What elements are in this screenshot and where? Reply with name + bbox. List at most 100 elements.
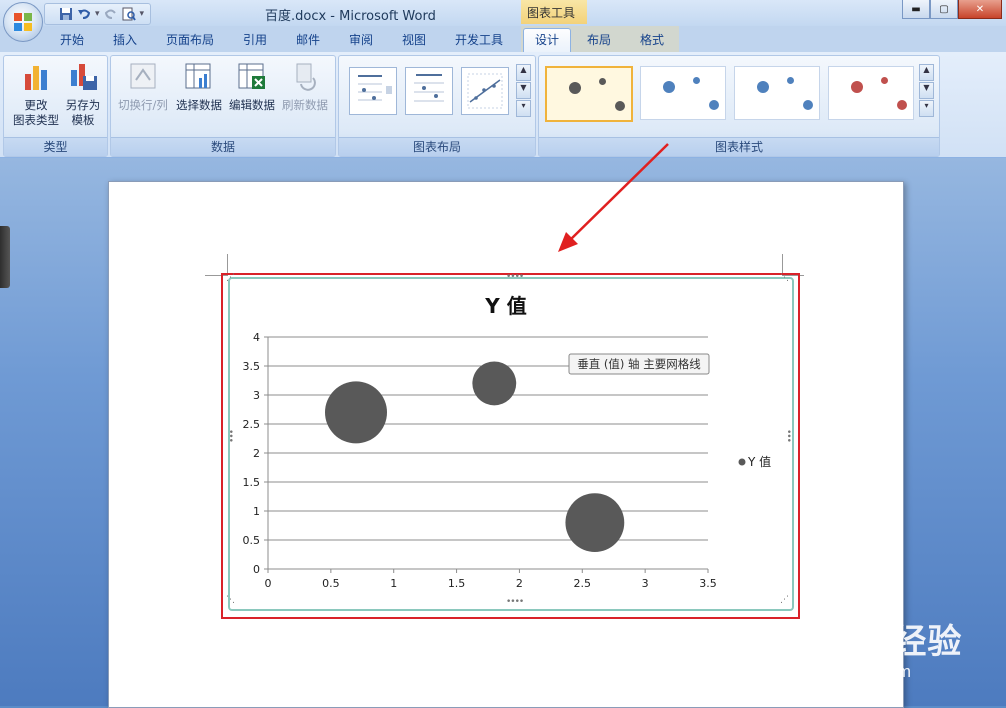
- layouts-scroll-down[interactable]: ▼: [516, 82, 531, 99]
- chart-title[interactable]: Y 值: [484, 294, 526, 318]
- watermark-url: jingyan.baidu.com: [774, 662, 912, 681]
- maximize-button[interactable]: ▢: [930, 0, 958, 19]
- baidu-watermark: Bai du 经验 jingyan.baidu.com: [772, 600, 1002, 690]
- type-group-label: 类型: [4, 137, 107, 156]
- chart-style-option[interactable]: [545, 66, 633, 122]
- style-preview-dot: [851, 81, 863, 93]
- y-tick-label: 2.5: [243, 418, 261, 431]
- resize-handle-bottom[interactable]: ••••: [506, 597, 524, 607]
- tab-references[interactable]: 引用: [243, 31, 267, 48]
- styles-scroll-down[interactable]: ▼: [919, 82, 934, 99]
- chart-style-option[interactable]: [734, 66, 820, 120]
- customize-icon[interactable]: ▾: [140, 9, 145, 19]
- tab-page-layout[interactable]: 页面布局: [166, 31, 214, 48]
- chart-tools-group-header: 图表工具: [521, 0, 587, 24]
- chart-style-option[interactable]: [828, 66, 914, 120]
- y-tick-label: 0.5: [243, 534, 261, 547]
- x-tick-label: 2.5: [574, 577, 592, 590]
- bubbles-layer[interactable]: [325, 361, 625, 553]
- ribbon-tab-row: 开始 插入 页面布局 引用 邮件 审阅 视图 开发工具 设计 布局 格式: [0, 26, 1006, 53]
- style-preview-dot: [880, 77, 888, 84]
- y-tick-label: 1: [253, 505, 260, 518]
- layout-1-thumbnail: [358, 75, 392, 101]
- x-tick-label: 3.5: [699, 577, 717, 590]
- data-group-label: 数据: [111, 137, 335, 156]
- styles-scroll-up[interactable]: ▲: [919, 64, 934, 81]
- chart-tools-label: 图表工具: [527, 6, 576, 20]
- resize-handle-left[interactable]: •••: [225, 429, 235, 442]
- save-icon[interactable]: [59, 7, 73, 21]
- x-tick-label: 1: [390, 577, 397, 590]
- bubble-point[interactable]: [472, 361, 517, 406]
- tab-review[interactable]: 审阅: [349, 31, 373, 48]
- layout-2-thumbnail: [414, 74, 444, 102]
- side-handle: [0, 226, 10, 288]
- resize-handle-corner-tr[interactable]: ⋱: [780, 273, 789, 283]
- switch-row-column-button[interactable]: 切换行/列: [115, 60, 171, 113]
- tab-home[interactable]: 开始: [60, 31, 84, 48]
- bubble-point[interactable]: [325, 381, 387, 444]
- undo-dropdown-icon[interactable]: ▾: [95, 9, 100, 19]
- style-preview-dot: [757, 81, 769, 93]
- styles-more-button[interactable]: ▾: [919, 100, 934, 117]
- chart-layout-option-1[interactable]: [349, 67, 397, 115]
- tab-format[interactable]: 格式: [640, 31, 664, 48]
- undo-icon[interactable]: [77, 7, 91, 21]
- tab-layout[interactable]: 布局: [587, 31, 611, 48]
- redo-icon[interactable]: [104, 7, 118, 21]
- tab-mailings[interactable]: 邮件: [296, 31, 320, 48]
- tab-design[interactable]: 设计: [523, 28, 571, 53]
- resize-handle-corner-tl[interactable]: ⋰: [226, 273, 235, 283]
- tab-insert[interactable]: 插入: [113, 31, 137, 48]
- annotation-arrow: [558, 143, 669, 252]
- ribbon: 更改 图表类型 另存为 模板 类型 切换行/列 选择数据 编辑数据 刷新数据 数…: [0, 52, 1006, 158]
- select-data-button[interactable]: 选择数据: [173, 60, 225, 113]
- x-tick-label: 0.5: [322, 577, 340, 590]
- data-group: 切换行/列 选择数据 编辑数据 刷新数据 数据: [110, 55, 336, 157]
- save-template-icon: [71, 64, 97, 90]
- resize-handle-top[interactable]: ••••: [506, 272, 524, 282]
- y-tick-label: 3: [253, 389, 260, 402]
- style-preview-dot: [598, 78, 606, 85]
- y-tick-label: 2: [253, 447, 260, 460]
- bubble-chart[interactable]: Y 值 0 0.5 1 1.5 2 2.5 3 3.5 4 0 0.5 1 1.5 2 2.5 3 3.5 Y …: [230, 279, 788, 605]
- type-group: 更改 图表类型 另存为 模板 类型: [3, 55, 108, 157]
- style-preview-dot: [692, 77, 700, 84]
- gridline-tooltip: 垂直 (值) 轴 主要网格线: [568, 353, 710, 375]
- tab-developer[interactable]: 开发工具: [455, 31, 503, 48]
- chart-layout-option-3[interactable]: [461, 67, 509, 115]
- edit-data-button[interactable]: 编辑数据: [226, 60, 278, 113]
- change-type-label-2: 图表类型: [13, 113, 59, 127]
- change-chart-type-button[interactable]: 更改 图表类型: [8, 60, 64, 128]
- style-preview-dot: [615, 101, 625, 111]
- x-tick-label: 0: [265, 577, 272, 590]
- layouts-more-button[interactable]: ▾: [516, 100, 531, 117]
- close-button[interactable]: ✕: [958, 0, 1002, 19]
- layout-3-thumbnail: [467, 73, 503, 109]
- legend[interactable]: Y 值: [738, 454, 772, 469]
- chart-layout-option-2[interactable]: [405, 67, 453, 115]
- select-data-label: 选择数据: [176, 98, 222, 112]
- style-preview-dot: [786, 77, 794, 84]
- resize-handle-corner-bl[interactable]: ⋱: [226, 595, 235, 605]
- print-preview-icon[interactable]: [122, 7, 136, 21]
- office-logo-icon: [14, 13, 32, 31]
- resize-handle-right[interactable]: •••: [783, 429, 793, 442]
- chart-type-icon: [25, 66, 47, 90]
- window-controls: ▬ ▢ ✕: [902, 0, 1002, 19]
- title-bar: ▾ ▾ 图表工具 百度.docx - Microsoft Word ▬ ▢ ✕: [0, 0, 1006, 26]
- minimize-button[interactable]: ▬: [902, 0, 930, 19]
- office-button[interactable]: [3, 2, 43, 42]
- bubble-point[interactable]: [565, 493, 625, 553]
- quick-access-toolbar: ▾ ▾: [44, 3, 152, 25]
- save-as-template-button[interactable]: 另存为 模板: [60, 60, 106, 128]
- window-title: 百度.docx - Microsoft Word: [265, 9, 436, 24]
- y-tick-label: 1.5: [243, 476, 261, 489]
- watermark-brand: Bai du 经验: [772, 623, 963, 661]
- edit-data-label: 编辑数据: [229, 98, 275, 112]
- layouts-scroll-up[interactable]: ▲: [516, 64, 531, 81]
- refresh-data-button[interactable]: 刷新数据: [279, 60, 331, 113]
- chart-object[interactable]: Y 值 0 0.5 1 1.5 2 2.5 3 3.5 4 0 0.5 1 1.5 2 2.5 3 3.5 Y …: [225, 272, 794, 611]
- tab-view[interactable]: 视图: [402, 31, 426, 48]
- chart-style-option[interactable]: [640, 66, 726, 120]
